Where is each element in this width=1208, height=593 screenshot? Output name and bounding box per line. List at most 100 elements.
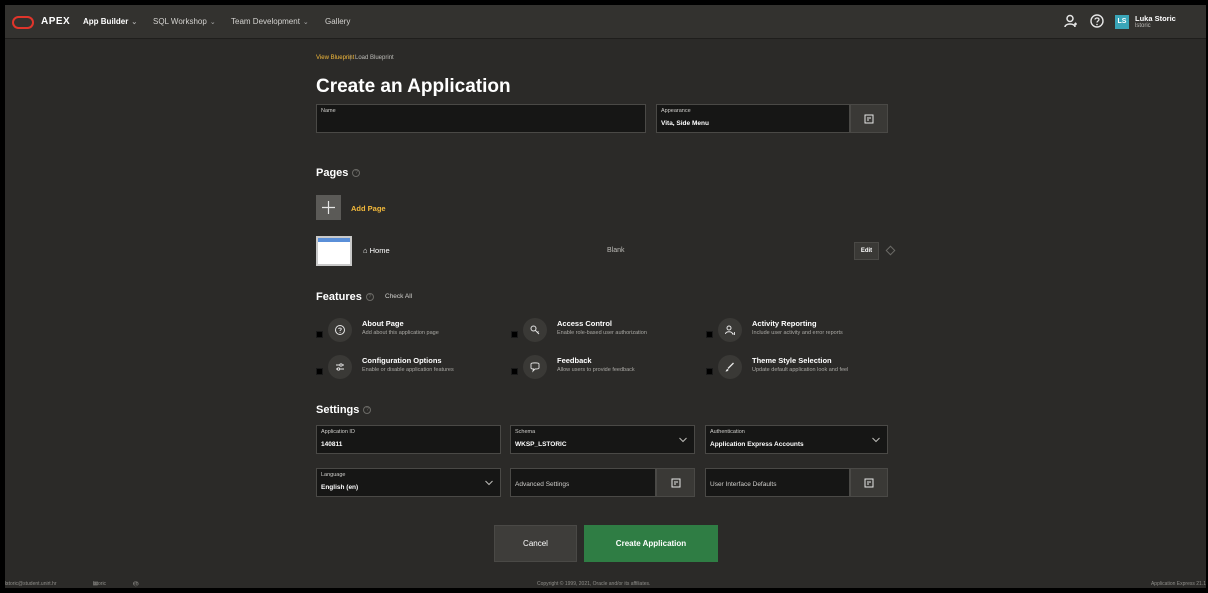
nav-app-builder[interactable]: App Builder ⌄ [83, 17, 137, 26]
check-all-link[interactable]: Check All [385, 293, 412, 300]
cancel-button[interactable]: Cancel [494, 525, 577, 562]
schema-value: WKSP_LSTORIC [515, 441, 567, 448]
nav-sql-workshop[interactable]: SQL Workshop ⌄ [153, 17, 216, 26]
popup-window-icon [864, 114, 874, 123]
app-frame: APEX App Builder ⌄ SQL Workshop ⌄ Team Dev… [5, 5, 1206, 588]
add-page-button[interactable] [316, 195, 341, 220]
feature-checkbox[interactable] [706, 368, 713, 375]
authentication-select[interactable]: Authentication Application Express Accou… [705, 425, 888, 454]
feature-checkbox[interactable] [706, 331, 713, 338]
help-icon[interactable]: ? [352, 169, 361, 178]
add-page-link[interactable]: Add Page [351, 204, 386, 213]
appearance-field-value: Vita, Side Menu [661, 120, 709, 127]
home-icon: ⌂ [363, 246, 368, 255]
feature-description: Update default application look and feel [752, 367, 849, 373]
create-application-button[interactable]: Create Application [584, 525, 718, 562]
feature-access-control[interactable]: Access Control Enable role-based user au… [511, 318, 701, 344]
nav-gallery-label: Gallery [325, 17, 351, 26]
language-label: Language [321, 472, 346, 478]
advanced-settings-label: Advanced Settings [515, 481, 570, 488]
thumbnail-bar [318, 238, 350, 242]
feature-title: Theme Style Selection [752, 356, 832, 365]
reorder-icon[interactable] [885, 245, 896, 256]
advanced-settings-button[interactable] [656, 468, 695, 497]
popup-window-icon [864, 478, 874, 487]
feature-feedback[interactable]: Feedback Allow users to provide feedback [511, 355, 701, 381]
chevron-down-icon[interactable] [865, 426, 887, 453]
settings-heading-text: Settings [316, 404, 360, 416]
nav-app-builder-label: App Builder [83, 17, 129, 26]
avatar[interactable]: LS [1115, 15, 1129, 29]
oracle-logo-icon[interactable] [12, 16, 34, 29]
language-select[interactable]: Language English (en) [316, 468, 501, 497]
appearance-settings-button[interactable] [850, 104, 888, 133]
appearance-field[interactable]: Appearance Vita, Side Menu [656, 104, 850, 133]
application-id-value: 140811 [321, 441, 343, 448]
feature-checkbox[interactable] [316, 368, 323, 375]
feature-title: About Page [362, 319, 404, 328]
feature-configuration-options[interactable]: Configuration Options Enable or disable … [316, 355, 506, 381]
settings-heading: Settings? [316, 404, 372, 416]
feature-title: Access Control [557, 319, 613, 328]
footer-email-text: lstoric@student.unirt.hr [5, 581, 57, 587]
feature-title: Configuration Options [362, 356, 442, 365]
feature-description: Allow users to provide feedback [557, 367, 635, 373]
user-username: lstoric [1135, 23, 1151, 29]
help-icon[interactable]: ? [363, 406, 372, 415]
schema-label: Schema [515, 429, 536, 435]
help-icon[interactable] [1089, 13, 1105, 29]
speech-bubble-icon [523, 355, 547, 379]
chevron-down-icon: ⌄ [302, 19, 309, 26]
footer-language-text: en [133, 581, 139, 587]
view-blueprint-link[interactable]: View Blueprint [316, 55, 354, 61]
nav-team-development-label: Team Development [231, 17, 300, 26]
chevron-down-icon: ⌄ [131, 19, 138, 26]
popup-window-icon [671, 478, 680, 487]
schema-select[interactable]: Schema WKSP_LSTORIC [510, 425, 695, 454]
name-field-label: Name [321, 108, 336, 114]
top-navigation-bar: APEX App Builder ⌄ SQL Workshop ⌄ Team Dev… [5, 5, 1206, 39]
feature-description: Enable role-based user authorization [557, 330, 647, 336]
nav-sql-workshop-label: SQL Workshop [153, 17, 207, 26]
feature-description: Enable or disable application features [362, 367, 454, 373]
pages-heading: Pages? [316, 167, 361, 179]
ui-defaults-field[interactable]: User Interface Defaults [705, 468, 850, 497]
brush-icon [718, 355, 742, 379]
feature-checkbox[interactable] [511, 331, 518, 338]
key-icon [523, 318, 547, 342]
footer: ○ lstoric@student.unirt.hr ▤ lstoric ◯ e… [5, 581, 1206, 588]
nav-team-development[interactable]: Team Development ⌄ [231, 17, 309, 26]
name-field[interactable]: Name [316, 104, 646, 133]
edit-page-button[interactable]: Edit [854, 242, 879, 260]
nav-gallery[interactable]: Gallery [325, 17, 350, 26]
footer-workspace-text: lstoric [93, 581, 107, 587]
feature-description: Add about this application page [362, 330, 439, 336]
user-name[interactable]: Luka Storic [1135, 14, 1176, 23]
footer-version: Application Express 21.1 [1150, 581, 1206, 587]
help-circle-icon [328, 318, 352, 342]
feature-checkbox[interactable] [511, 368, 518, 375]
advanced-settings-field[interactable]: Advanced Settings [510, 468, 656, 497]
sliders-icon [328, 355, 352, 379]
feature-about-page[interactable]: About Page Add about this application pa… [316, 318, 506, 344]
ui-defaults-label: User Interface Defaults [710, 481, 777, 488]
help-icon[interactable]: ? [365, 293, 374, 302]
page-thumbnail [316, 236, 352, 266]
breadcrumb-separator: | [350, 55, 352, 61]
feature-description: Include user activity and error reports [752, 330, 843, 336]
chevron-down-icon[interactable] [672, 426, 694, 453]
pages-heading-text: Pages [316, 167, 349, 179]
application-id-field[interactable]: Application ID 140811 [316, 425, 501, 454]
page-type: Blank [607, 247, 625, 254]
features-heading-text: Features [316, 291, 362, 303]
chevron-down-icon[interactable] [478, 469, 500, 496]
page-name: Home [369, 246, 390, 255]
feature-theme-style-selection[interactable]: Theme Style Selection Update default app… [706, 355, 896, 381]
load-blueprint-link[interactable]: Load Blueprint [355, 55, 394, 61]
user-icon[interactable] [1063, 13, 1079, 29]
ui-defaults-button[interactable] [850, 468, 888, 497]
apex-logo-text[interactable]: APEX [41, 16, 70, 27]
authentication-value: Application Express Accounts [710, 441, 804, 448]
feature-activity-reporting[interactable]: Activity Reporting Include user activity… [706, 318, 896, 344]
feature-checkbox[interactable] [316, 331, 323, 338]
